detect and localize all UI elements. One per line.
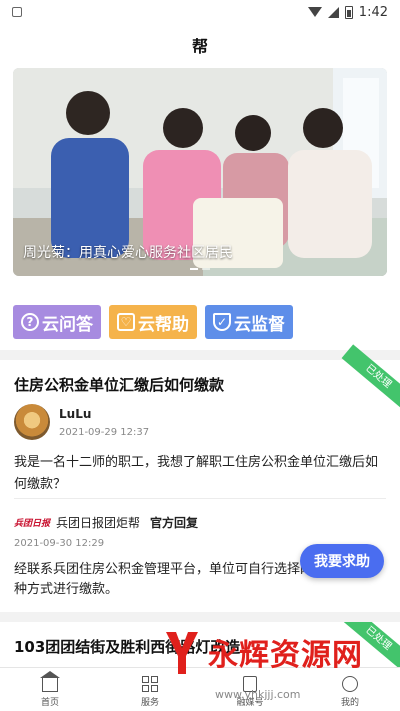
nav-home[interactable]: 首页 [20,671,80,708]
me-icon [342,676,358,692]
grid-icon [142,676,158,692]
reply-source: 兵团日报团炬帮 [56,516,141,530]
nav-home-label: 首页 [40,698,59,708]
wifi-icon [307,7,322,17]
nav-me-label: 我的 [340,698,359,708]
section-divider [0,350,400,360]
carousel-dot[interactable] [202,268,210,270]
home-icon [40,671,60,692]
section-divider [0,612,400,622]
page-title: 帮 [191,37,208,56]
banner-carousel[interactable]: 周光菊：用真心爱心服务社区居民 [13,68,387,276]
nav-service[interactable]: 服务 [120,676,180,708]
request-help-button[interactable]: 我要求助 [300,544,384,578]
carousel-dot[interactable] [190,268,198,270]
official-reply-label: 官方回复 [150,516,199,530]
notification-icon [12,7,22,17]
cloud-supervise-label: 云监督 [234,314,285,335]
divider [14,498,386,499]
cloud-help-label: 云帮助 [138,314,189,335]
cloud-qa-label: 云问答 [42,314,93,335]
cloud-qa-button[interactable]: ? 云问答 [13,305,101,339]
newspaper-logo: 兵团日报 [14,519,51,529]
watermark-text: 永辉资源网 [208,638,363,673]
cloud-help-button[interactable]: ♡ 云帮助 [109,305,197,339]
watermark-url: www.yhkjjj.com [215,688,301,701]
reply-time: 2021-09-30 12:29 [14,538,105,549]
status-bar: 1:42 [0,0,400,24]
cellular-icon [327,6,339,18]
carousel-indicators [190,268,210,270]
watermark: 永辉资源网 [160,626,363,678]
battery-icon [344,5,353,19]
nav-me[interactable]: 我的 [320,676,380,708]
handshake-icon: ♡ [117,313,135,331]
status-icons: 1:42 [307,4,388,20]
question-icon: ? [21,313,39,331]
asker-time: 2021-09-29 12:37 [59,427,150,438]
watermark-logo [166,632,198,674]
reply-header: 兵团日报 兵团日报团炬帮 官方回复 [14,514,198,531]
asker-name: LuLu [59,407,92,421]
question-text: 我是一名十二师的职工，我想了解职工住房公积金单位汇缴后如何缴款？ [14,455,379,492]
nav-service-label: 服务 [140,698,159,708]
asker-info: LuLu 2021-09-29 12:37 [14,404,149,440]
banner-caption: 周光菊：用真心爱心服务社区居民 [23,245,233,261]
avatar[interactable] [14,404,50,440]
quick-actions: ? 云问答 ♡ 云帮助 ✓ 云监督 [13,305,293,339]
card-title[interactable]: 住房公积金单位汇缴后如何缴款 [14,374,224,395]
status-time: 1:42 [358,4,388,20]
cloud-supervise-button[interactable]: ✓ 云监督 [205,305,293,339]
shield-icon: ✓ [213,313,231,331]
